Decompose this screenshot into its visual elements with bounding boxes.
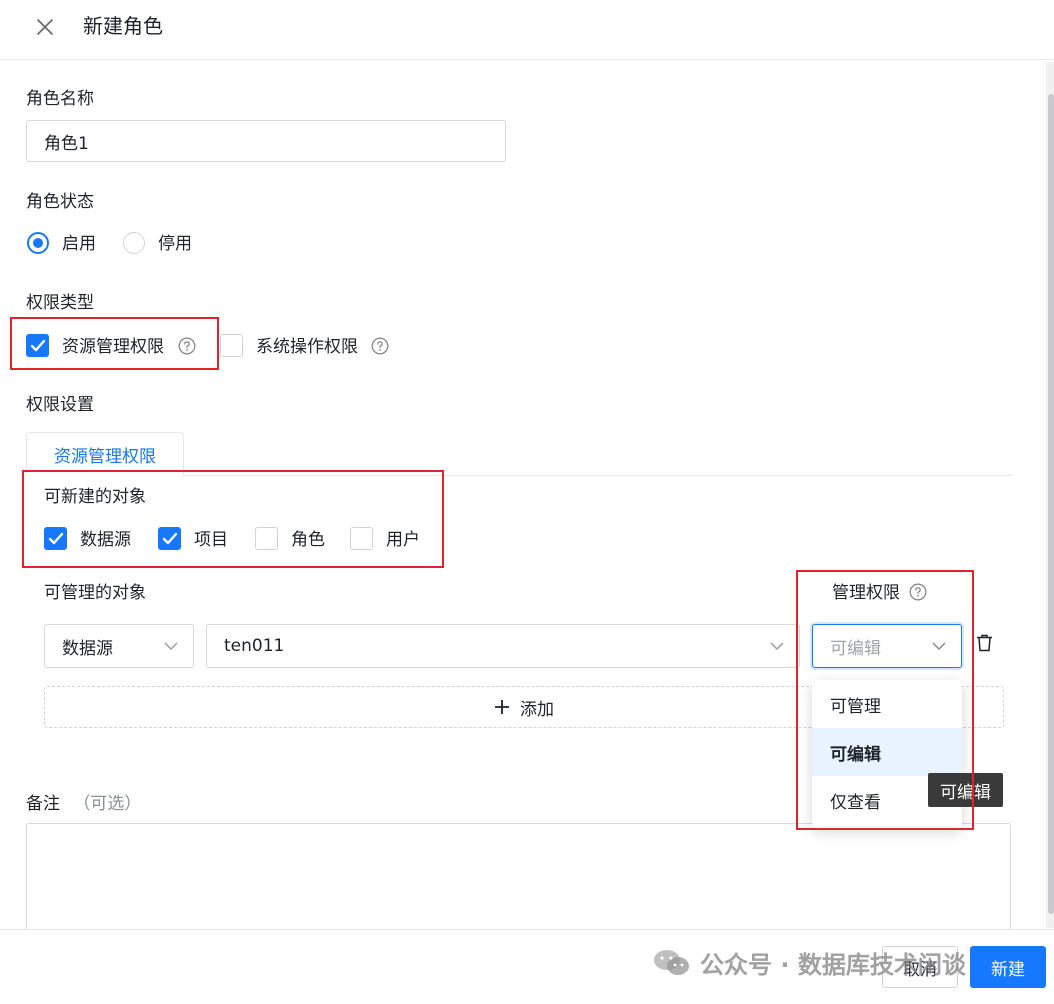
dropdown-option-manage[interactable]: 可管理 (812, 680, 962, 728)
dialog-title: 新建角色 (83, 14, 163, 38)
resource-permission-label[interactable]: 资源管理权限 (62, 336, 164, 358)
system-permission-checkbox[interactable] (220, 334, 243, 357)
help-icon[interactable] (909, 583, 927, 601)
creatable-project-label[interactable]: 项目 (194, 529, 228, 551)
scrollbar-thumb[interactable] (1048, 94, 1054, 914)
permission-level-value: 可编辑 (830, 638, 881, 659)
check-icon (30, 339, 46, 352)
chevron-down-icon (770, 642, 784, 650)
resource-permission-checkbox[interactable] (26, 334, 49, 357)
add-label: 添加 (520, 699, 554, 720)
manageable-objects-label: 可管理的对象 (44, 583, 146, 603)
status-enable-radio[interactable] (27, 232, 49, 254)
check-icon (162, 532, 178, 545)
create-button[interactable]: 新建 (970, 946, 1046, 988)
role-name-input[interactable]: 角色1 (26, 120, 506, 162)
object-select[interactable]: ten011 (206, 624, 800, 668)
system-permission-label[interactable]: 系统操作权限 (256, 336, 358, 358)
creatable-objects-label: 可新建的对象 (44, 487, 146, 507)
option-tooltip: 可编辑 (928, 773, 1003, 807)
creatable-datasource-label[interactable]: 数据源 (80, 529, 131, 551)
permission-level-select[interactable]: 可编辑 (812, 624, 962, 668)
creatable-user-checkbox[interactable] (350, 527, 373, 550)
tab-resource-permission[interactable]: 资源管理权限 (26, 432, 184, 476)
plus-icon (495, 700, 509, 714)
remark-label-text: 备注 (26, 794, 60, 814)
help-icon[interactable] (178, 337, 196, 355)
manage-permission-label: 管理权限 (832, 583, 900, 603)
role-name-label: 角色名称 (26, 89, 94, 109)
object-type-select[interactable]: 数据源 (44, 624, 194, 668)
trash-icon[interactable] (976, 634, 993, 652)
chevron-down-icon (932, 642, 946, 650)
dropdown-option-edit[interactable]: 可编辑 (812, 728, 962, 776)
creatable-project-checkbox[interactable] (158, 527, 181, 550)
status-enable-label[interactable]: 启用 (62, 233, 96, 255)
remark-optional-hint: （可选） (73, 794, 142, 814)
role-name-value: 角色1 (44, 133, 89, 154)
creatable-datasource-checkbox[interactable] (44, 527, 67, 550)
tab-label: 资源管理权限 (54, 447, 156, 467)
permission-settings-label: 权限设置 (26, 395, 94, 415)
creatable-role-checkbox[interactable] (255, 527, 278, 550)
tab-divider (184, 475, 1012, 476)
status-disable-label[interactable]: 停用 (158, 233, 192, 255)
remark-label: 备注 （可选） (26, 793, 141, 815)
status-disable-radio[interactable] (123, 232, 145, 254)
creatable-role-label[interactable]: 角色 (291, 529, 325, 551)
object-type-value: 数据源 (62, 638, 113, 659)
check-icon (48, 532, 64, 545)
dialog-header: 新建角色 (0, 0, 1054, 60)
permission-type-label: 权限类型 (26, 293, 94, 313)
object-value: ten011 (224, 636, 285, 656)
cancel-button[interactable]: 取消 (882, 946, 958, 988)
creatable-user-label[interactable]: 用户 (386, 529, 420, 551)
role-status-label: 角色状态 (26, 192, 94, 212)
highlight-box-creatable-objects (22, 470, 444, 568)
close-button[interactable] (30, 12, 60, 42)
remark-textarea[interactable] (26, 823, 1011, 933)
close-icon (37, 19, 53, 35)
help-icon[interactable] (371, 337, 389, 355)
chevron-down-icon (164, 642, 178, 650)
